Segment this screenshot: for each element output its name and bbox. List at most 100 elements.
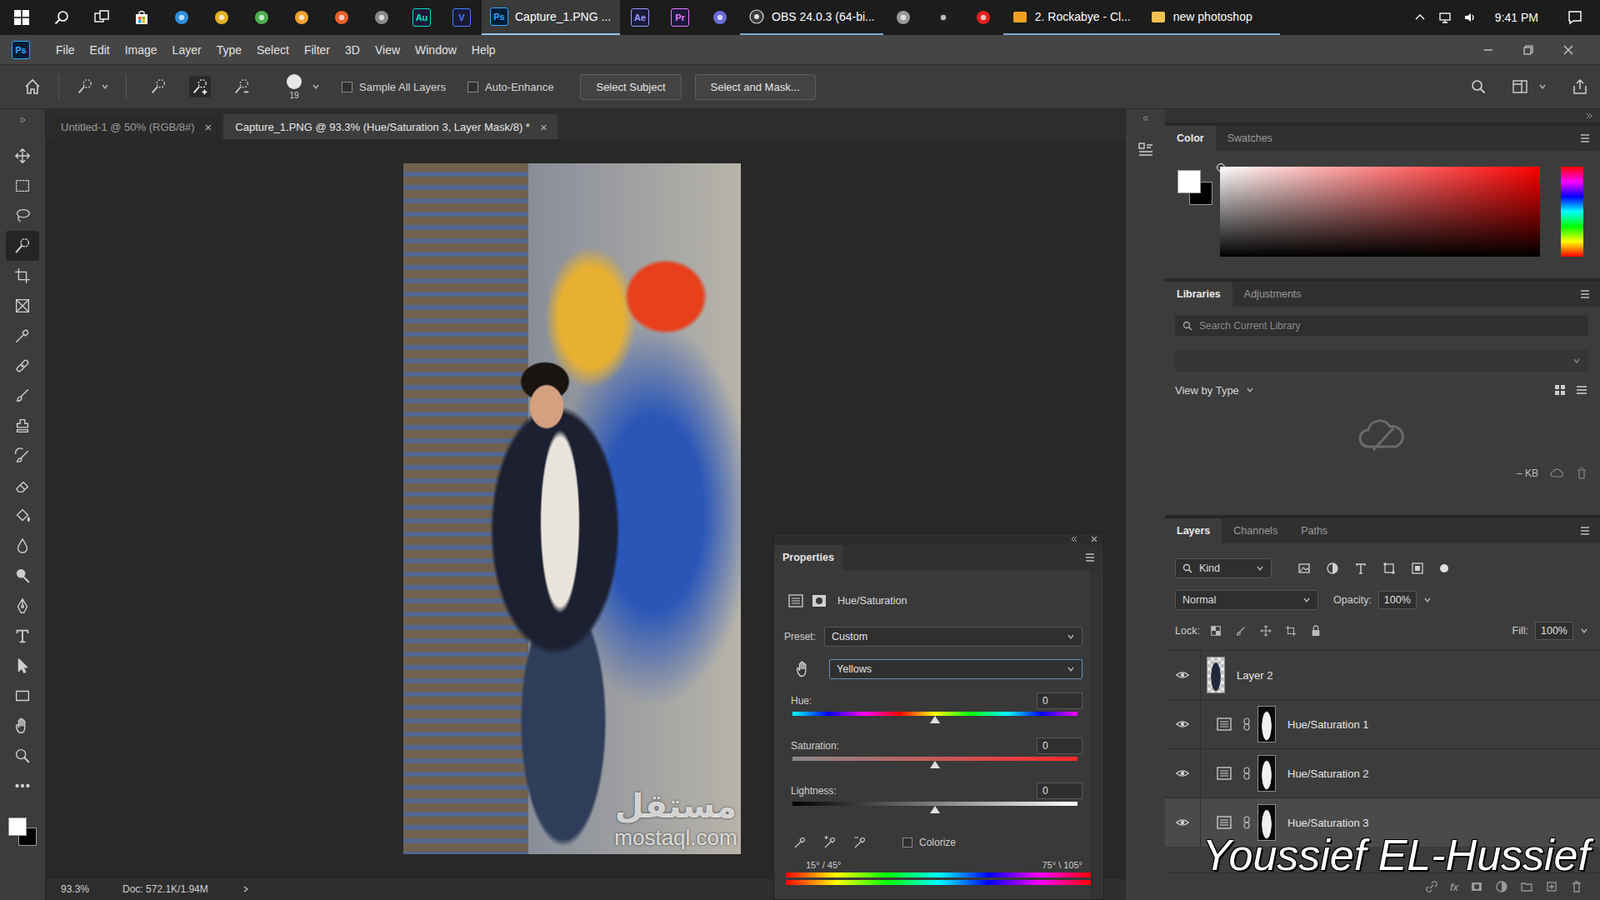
layer-row[interactable]: Hue/Saturation 2 — [1165, 748, 1600, 798]
blur-tool[interactable] — [5, 530, 40, 561]
properties-tab[interactable]: Properties — [774, 545, 843, 570]
panel-tab[interactable]: Layers — [1165, 518, 1222, 544]
menu-item[interactable]: 3D — [337, 40, 368, 60]
add-mask-icon[interactable] — [1470, 880, 1484, 894]
crop-tool[interactable] — [5, 260, 40, 291]
chevron-up-icon[interactable] — [1413, 10, 1427, 25]
foreground-color-swatch[interactable] — [1177, 170, 1201, 194]
filter-toggle[interactable] — [1440, 564, 1449, 573]
app-button[interactable]: Au — [401, 0, 442, 35]
layer-mask-thumbnail[interactable] — [1257, 755, 1276, 792]
color-range-dropdown[interactable]: Yellows — [829, 659, 1083, 680]
slider-value-field[interactable]: 0 — [1036, 692, 1083, 710]
dropdown-arrow-icon[interactable] — [311, 82, 320, 91]
panel-tab[interactable]: Adjustments — [1232, 281, 1314, 307]
brush-size-picker[interactable]: 19 — [286, 74, 302, 100]
menu-item[interactable]: View — [367, 40, 408, 60]
lightness-slider[interactable] — [792, 800, 1078, 815]
store-button[interactable] — [121, 0, 162, 35]
healing-tool[interactable] — [5, 350, 40, 381]
option-button[interactable]: Select and Mask... — [695, 74, 816, 100]
menu-item[interactable]: Window — [407, 40, 465, 60]
eraser-tool[interactable] — [5, 470, 40, 501]
taskbar-window[interactable]: new photoshop — [1141, 0, 1280, 35]
layer-name[interactable]: Hue/Saturation 3 — [1287, 816, 1370, 830]
link-chain-icon[interactable] — [1242, 717, 1251, 731]
library-search-field[interactable]: Search Current Library — [1175, 315, 1589, 337]
lock-position-icon[interactable] — [1260, 625, 1272, 637]
layer-style-button[interactable]: fx — [1450, 880, 1459, 894]
document-tab[interactable]: Capture_1.PNG @ 93.3% (Hue/Saturation 3,… — [223, 114, 557, 140]
tab-close-button[interactable]: × — [540, 120, 548, 135]
visibility-toggle[interactable] — [1165, 700, 1201, 749]
photo[interactable] — [403, 163, 741, 855]
volume-icon[interactable] — [1463, 10, 1477, 25]
layer-row[interactable]: Layer 2 — [1165, 650, 1600, 700]
foreground-background-swatches[interactable] — [8, 817, 37, 846]
visibility-toggle[interactable] — [1165, 650, 1201, 700]
subtract-from-selection-icon[interactable] — [232, 77, 251, 96]
adjustment-settings-icon[interactable] — [787, 592, 805, 610]
collapse-icon[interactable] — [1585, 111, 1594, 120]
preset-dropdown[interactable]: Custom — [824, 626, 1083, 647]
lock-artboard-icon[interactable] — [1285, 625, 1297, 637]
fill-field[interactable]: 100% — [1535, 621, 1574, 640]
lock-transparency-icon[interactable] — [1210, 625, 1222, 637]
lock-all-icon[interactable] — [1310, 625, 1322, 637]
app-button[interactable] — [963, 0, 1004, 35]
properties-scrollbar[interactable] — [1090, 570, 1104, 900]
app-button[interactable] — [361, 0, 402, 35]
color-cursor[interactable] — [1216, 163, 1225, 172]
panel-menu-icon[interactable] — [1578, 524, 1592, 538]
dropdown-arrow-icon[interactable] — [1423, 595, 1432, 605]
layer-mask-thumbnail[interactable] — [1257, 705, 1276, 743]
panel-tab[interactable]: Paths — [1289, 518, 1340, 544]
hue-slider[interactable] — [792, 710, 1078, 725]
panel-menu-icon[interactable] — [1578, 287, 1592, 301]
grid-view-icon[interactable] — [1553, 383, 1567, 397]
type-filter-icon[interactable] — [1354, 561, 1368, 575]
zoom-level[interactable]: 93.3% — [60, 883, 90, 895]
panel-tab[interactable]: Channels — [1221, 518, 1290, 544]
saturation-slider[interactable] — [792, 755, 1078, 770]
panel-menu-icon[interactable] — [1083, 550, 1097, 565]
app-button[interactable]: V — [441, 0, 482, 35]
visibility-toggle[interactable] — [1165, 798, 1201, 847]
color-swatches[interactable] — [1177, 170, 1213, 205]
collapse-icon[interactable] — [1070, 535, 1079, 544]
properties-panel-icon[interactable] — [1136, 140, 1155, 160]
option-button[interactable]: Select Subject — [580, 74, 681, 100]
targeted-adjustment-hand-icon[interactable] — [794, 660, 813, 679]
list-view-icon[interactable] — [1575, 383, 1589, 397]
type-tool[interactable] — [5, 620, 40, 651]
menu-item[interactable]: Select — [249, 40, 297, 60]
frame-tool[interactable] — [5, 290, 40, 321]
cloud-sync-icon[interactable] — [1550, 466, 1564, 480]
layer-name[interactable]: Hue/Saturation 1 — [1287, 718, 1370, 731]
notification-icon[interactable] — [1566, 9, 1584, 26]
collapse-icon[interactable] — [18, 115, 27, 125]
marquee-tool[interactable] — [5, 170, 40, 201]
lock-pixels-icon[interactable] — [1235, 625, 1247, 637]
trash-icon[interactable] — [1575, 466, 1589, 480]
slider-thumb[interactable] — [930, 715, 940, 724]
bucket-tool[interactable] — [5, 500, 40, 531]
tab-close-button[interactable]: × — [205, 120, 213, 135]
shape-filter-icon[interactable] — [1382, 561, 1396, 575]
properties-title-bar[interactable] — [774, 533, 1104, 545]
search-button[interactable] — [41, 0, 82, 35]
slider-value-field[interactable]: 0 — [1036, 737, 1083, 755]
hand-tool[interactable] — [5, 710, 40, 741]
start-button[interactable] — [1, 0, 42, 35]
taskbar-window[interactable]: PsCapture_1.PNG ... — [481, 0, 620, 35]
new-layer-icon[interactable] — [1545, 880, 1559, 894]
menu-item[interactable]: Filter — [296, 40, 338, 60]
menu-item[interactable]: Type — [209, 40, 250, 60]
option-checkbox[interactable]: Auto-Enhance — [467, 80, 554, 94]
app-button[interactable] — [700, 0, 740, 35]
mask-settings-icon[interactable] — [810, 592, 828, 610]
home-icon[interactable] — [23, 77, 42, 96]
option-checkbox[interactable]: Sample All Layers — [341, 80, 446, 94]
panel-tab[interactable]: Color — [1165, 125, 1216, 151]
menu-item[interactable]: Help — [464, 40, 504, 60]
